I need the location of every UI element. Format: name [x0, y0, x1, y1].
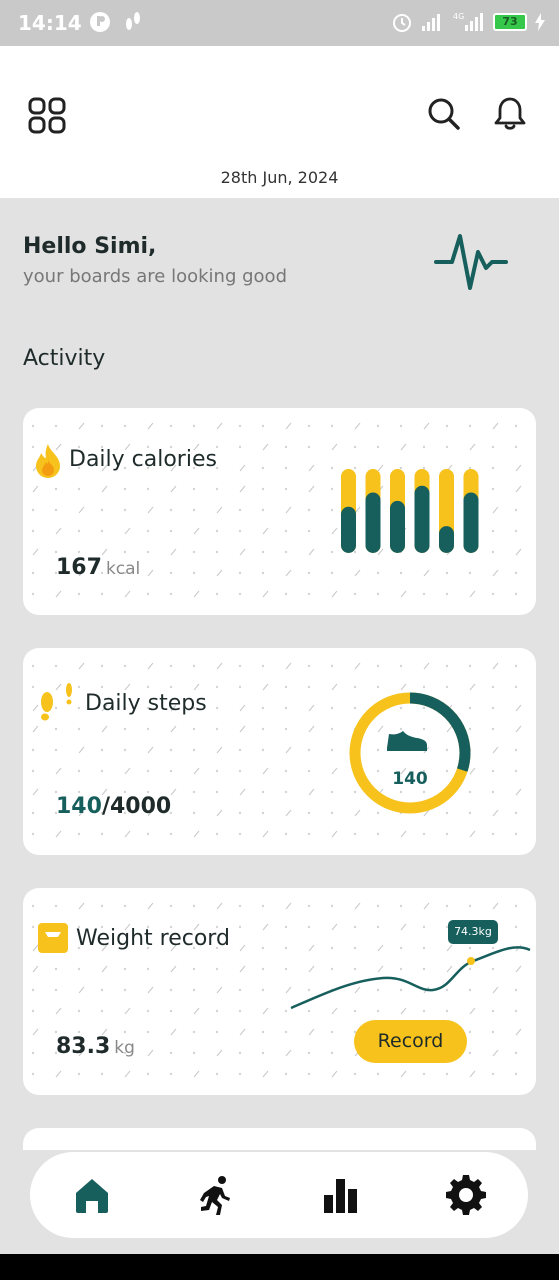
battery-icon: 73	[493, 13, 527, 31]
calorie-bar-fill	[390, 500, 405, 553]
signal-4g-icon: 4G	[453, 12, 483, 31]
weight-number: 83.3	[56, 1034, 111, 1059]
app-notification-icon	[90, 12, 110, 32]
bell-icon[interactable]	[490, 94, 530, 134]
greeting-title: Hello Simi,	[23, 234, 157, 259]
footsteps-notification-icon	[126, 12, 140, 30]
card-title: Weight record	[76, 926, 230, 951]
daily-steps-card[interactable]: Daily steps 140/4000 140	[23, 648, 536, 855]
steps-progress-ring: 140	[349, 692, 471, 814]
weight-point-marker	[467, 957, 475, 965]
calorie-bar-fill	[365, 492, 381, 553]
signal-icon	[422, 14, 440, 31]
current-date: 28th Jun, 2024	[220, 168, 339, 187]
footsteps-icon	[41, 683, 72, 721]
record-button[interactable]: Record	[354, 1020, 467, 1063]
calories-unit: kcal	[105, 559, 141, 579]
steps-ring-label: 140	[392, 769, 428, 789]
grid-menu-icon[interactable]	[26, 96, 68, 136]
run-icon[interactable]	[192, 1171, 240, 1219]
alarm-icon	[393, 14, 411, 32]
scale-icon	[38, 923, 68, 953]
charging-icon	[535, 13, 545, 31]
heart-pulse-icon	[434, 234, 508, 290]
status-bar: 14:14 4G 73	[0, 0, 559, 46]
calorie-bar-fill	[341, 506, 356, 553]
weight-unit: kg	[114, 1038, 135, 1058]
stats-icon[interactable]	[317, 1171, 365, 1219]
home-icon[interactable]	[68, 1171, 116, 1219]
calorie-bar-fill	[463, 492, 479, 553]
weight-trend-line	[290, 946, 531, 1010]
section-title-activity: Activity	[23, 346, 106, 371]
daily-calories-card[interactable]: Daily calories 167 kcal	[23, 408, 536, 615]
calories-value: 167 kcal	[56, 555, 140, 580]
search-icon[interactable]	[424, 94, 464, 134]
shoe-icon	[387, 731, 427, 751]
card-title: Daily calories	[69, 447, 217, 472]
calorie-bar-fill	[414, 485, 430, 553]
steps-value: 140/4000	[56, 794, 171, 819]
bottom-navigation	[30, 1152, 528, 1238]
steps-goal: 4000	[109, 794, 172, 819]
svg-text:4G: 4G	[453, 12, 464, 21]
weight-record-card[interactable]: Weight record 83.3 kg 74.3kg Record	[23, 888, 536, 1095]
system-navigation-bar	[0, 1254, 559, 1280]
greeting-subtitle: your boards are looking good	[23, 266, 287, 287]
settings-icon[interactable]	[442, 1171, 490, 1219]
status-time: 14:14	[18, 11, 82, 35]
fire-icon	[36, 444, 60, 478]
calories-bar-chart	[341, 469, 479, 553]
weight-tooltip: 74.3kg	[448, 920, 498, 944]
steps-current: 140	[56, 794, 102, 819]
card-title: Daily steps	[85, 691, 207, 716]
weight-value: 83.3 kg	[56, 1034, 135, 1059]
calorie-bar-fill	[439, 526, 454, 553]
calories-number: 167	[56, 555, 102, 580]
steps-separator: /	[101, 794, 110, 819]
app-header: 28th Jun, 2024	[0, 46, 559, 198]
